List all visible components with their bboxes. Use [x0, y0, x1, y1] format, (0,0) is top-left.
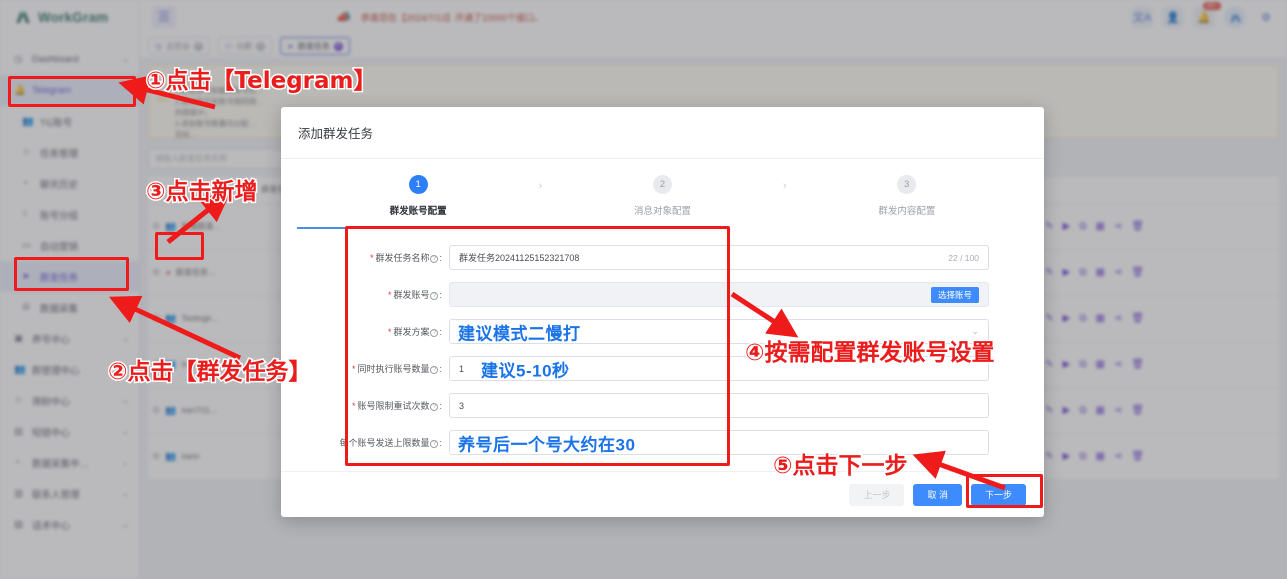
step-label: 群发内容配置 — [878, 206, 936, 217]
chevron-down-icon: ⌄ — [971, 326, 979, 336]
annotation-overlay-3: 建议5-10秒 — [481, 361, 570, 380]
account-picker-field[interactable]: 选择账号 — [449, 282, 989, 307]
form-row: * 账号限制重试次数?: 3 — [321, 387, 989, 424]
modal-header: 添加群发任务 — [281, 107, 1044, 159]
field-control: 群发任务20241125152321708 22 / 100 — [449, 245, 989, 270]
step-separator-icon: › — [538, 180, 543, 192]
next-step-button[interactable]: 下一步 — [970, 483, 1026, 506]
field-label: * 群发账号?: — [387, 290, 442, 300]
form-row: * 群发方案?: ⌄ 建议模式二慢打 — [321, 313, 989, 350]
step-number: 2 — [652, 175, 672, 194]
field-label-text: 群发方案 — [393, 327, 430, 337]
text-field[interactable]: 群发任务20241125152321708 22 / 100 — [449, 245, 989, 270]
field-control: 养号后一个号大约在30 — [449, 430, 989, 455]
step-number: 3 — [897, 175, 917, 194]
char-counter: 22 / 100 — [948, 252, 979, 263]
help-icon[interactable]: ? — [430, 403, 439, 411]
step-separator-icon: › — [782, 180, 787, 192]
field-value: 3 — [459, 400, 465, 411]
field-label-text: 群发账号 — [393, 290, 430, 300]
field-label: * 账号限制重试次数?: — [351, 401, 442, 411]
app-root: WorkGram ◷ Dashboard ⌄ 🔔 Telegram ⌃ 👥 TG账号 ☆ 任务管理… — [0, 0, 1287, 579]
add-broadcast-task-modal: 添加群发任务 1 群发账号配置 › 2 消息对象配置 › 3 群发内容配置 * 群发任务名称?:… — [281, 107, 1044, 517]
form-row: 每个账号发送上限数量?: 养号后一个号大约在30 — [321, 424, 989, 461]
text-field[interactable]: 3 — [449, 393, 989, 418]
field-value: 1 — [459, 363, 465, 374]
step-1[interactable]: 1 群发账号配置 — [311, 175, 525, 217]
step-3[interactable]: 3 群发内容配置 — [800, 175, 1014, 217]
form-row: * 群发任务名称?: 群发任务20241125152321708 22 / 100 — [321, 239, 989, 276]
required-marker: * — [351, 401, 356, 411]
field-label-text: 群发任务名称 — [375, 253, 430, 263]
field-label: * 群发方案?: — [387, 327, 442, 337]
cancel-button[interactable]: 取 消 — [913, 483, 962, 506]
field-control: 1 建议5-10秒 — [449, 356, 989, 381]
modal-footer: 上一步 取 消 下一步 — [281, 471, 1044, 517]
field-label: 每个账号发送上限数量?: — [339, 438, 442, 448]
step-number: 1 — [408, 175, 428, 194]
form-row: * 同时执行账号数量?: 1 建议5-10秒 — [321, 350, 989, 387]
step-indicator: 1 群发账号配置 › 2 消息对象配置 › 3 群发内容配置 — [281, 159, 1044, 217]
select-account-button[interactable]: 选择账号 — [930, 286, 979, 303]
required-marker: * — [387, 327, 392, 337]
annotation-overlay-2: 建议模式二慢打 — [458, 324, 581, 343]
help-icon[interactable]: ? — [430, 440, 439, 448]
step-label: 群发账号配置 — [389, 206, 447, 217]
field-control: 3 — [449, 393, 989, 418]
annotation-overlay-5: 养号后一个号大约在30 — [458, 435, 636, 454]
help-icon[interactable]: ? — [430, 292, 439, 300]
help-icon[interactable]: ? — [430, 255, 439, 263]
field-label-text: 每个账号发送上限数量 — [339, 438, 430, 448]
prev-step-button[interactable]: 上一步 — [849, 483, 905, 506]
required-marker: * — [387, 290, 392, 300]
field-control: 选择账号 — [449, 282, 989, 307]
field-label-text: 同时执行账号数量 — [357, 364, 430, 374]
field-label: * 群发任务名称?: — [369, 253, 442, 263]
step-label: 消息对象配置 — [633, 206, 691, 217]
required-marker: * — [351, 364, 356, 374]
field-label-text: 账号限制重试次数 — [357, 401, 430, 411]
modal-title: 添加群发任务 — [298, 127, 374, 141]
field-control: ⌄ 建议模式二慢打 — [449, 319, 989, 344]
required-marker: * — [369, 253, 374, 263]
broadcast-form: * 群发任务名称?: 群发任务20241125152321708 22 / 100 * 群… — [281, 229, 1044, 461]
field-value: 群发任务20241125152321708 — [459, 253, 580, 263]
field-label: * 同时执行账号数量?: — [351, 364, 442, 374]
help-icon[interactable]: ? — [430, 366, 439, 374]
form-row: * 群发账号?: 选择账号 — [321, 276, 989, 313]
help-icon[interactable]: ? — [430, 329, 439, 337]
step-2[interactable]: 2 消息对象配置 — [555, 175, 769, 217]
